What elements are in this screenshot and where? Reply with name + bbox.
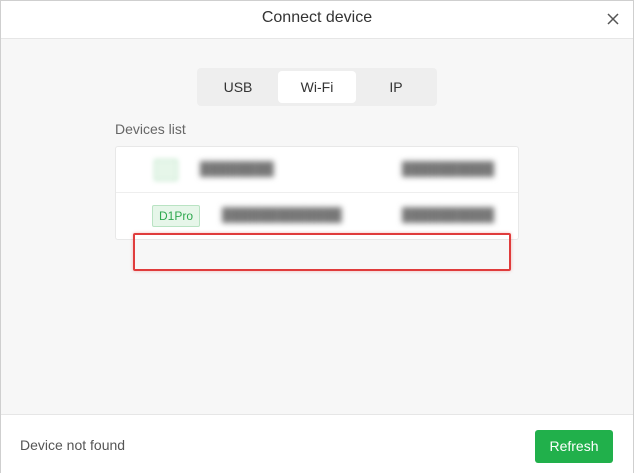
dialog-title: Connect device bbox=[261, 9, 373, 26]
refresh-button[interactable]: Refresh bbox=[535, 430, 613, 463]
device-ip-redacted: ██████████ bbox=[402, 161, 495, 176]
device-row[interactable]: ████████ ██████████ bbox=[116, 147, 518, 193]
title-bar: Connect device bbox=[1, 1, 633, 39]
devices-list: ████████ ██████████ D1Pro █████████████ … bbox=[115, 146, 519, 240]
tab-ip[interactable]: IP bbox=[358, 71, 434, 103]
selection-highlight bbox=[133, 233, 511, 271]
device-name-redacted: ████████ bbox=[200, 161, 274, 176]
device-badge bbox=[154, 159, 178, 181]
tab-usb[interactable]: USB bbox=[200, 71, 276, 103]
connection-tabs: USB Wi-Fi IP bbox=[197, 68, 437, 106]
device-row[interactable]: D1Pro █████████████ ██████████ bbox=[116, 193, 518, 238]
connect-device-dialog: Connect device USB Wi-Fi IP Devices list… bbox=[0, 0, 634, 473]
status-text: Device not found bbox=[20, 437, 126, 453]
device-badge: D1Pro bbox=[152, 205, 201, 227]
devices-list-label: Devices list bbox=[115, 121, 186, 137]
dialog-footer: Device not found Refresh bbox=[1, 414, 633, 473]
device-ip-redacted: ██████████ bbox=[402, 207, 495, 222]
tab-wifi[interactable]: Wi-Fi bbox=[278, 71, 356, 103]
dialog-body: USB Wi-Fi IP Devices list ████████ █████… bbox=[1, 39, 633, 414]
close-icon[interactable] bbox=[603, 9, 623, 29]
device-name-redacted: █████████████ bbox=[222, 207, 342, 222]
